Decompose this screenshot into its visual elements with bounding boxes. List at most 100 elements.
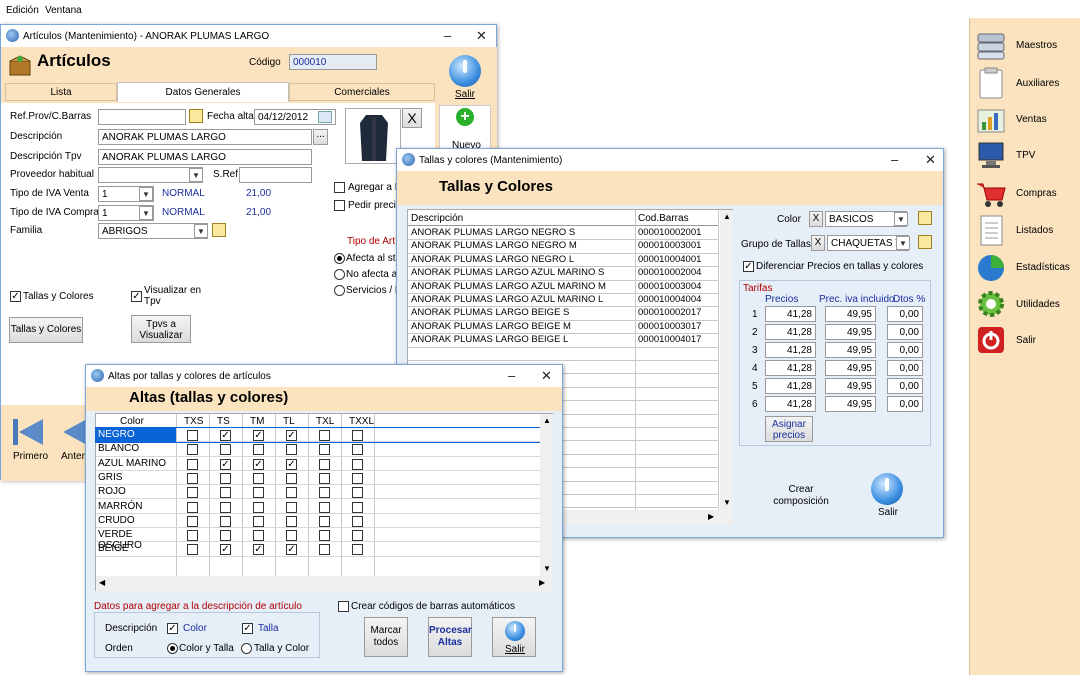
precio-iva-field[interactable]: 49,95 <box>825 342 876 358</box>
tallas-colores-button[interactable]: Tallas y Colores <box>9 317 83 343</box>
visualizar-tpv-checkbox[interactable]: ✓ <box>131 291 142 302</box>
tab-comerciales[interactable]: Comerciales <box>289 83 435 101</box>
size-checkbox[interactable] <box>220 444 231 456</box>
crear-composicion-button[interactable]: Crear composición <box>771 484 831 508</box>
size-checkbox[interactable] <box>253 501 264 513</box>
orden-color-talla-radio[interactable] <box>167 643 178 654</box>
size-checkbox[interactable] <box>286 515 297 527</box>
notepad-icon[interactable] <box>918 211 932 225</box>
size-checkbox[interactable]: ✓ <box>286 544 297 556</box>
pedir-precio-checkbox[interactable] <box>334 200 345 211</box>
marcar-todos-button[interactable]: Marcar todos <box>364 617 408 657</box>
size-checkbox[interactable] <box>319 487 330 499</box>
precio-iva-field[interactable]: 49,95 <box>825 306 876 322</box>
previous-record-icon[interactable] <box>61 417 87 447</box>
notepad-icon[interactable] <box>189 109 203 123</box>
size-checkbox[interactable] <box>352 472 363 484</box>
salir-button[interactable]: Salir <box>455 89 475 100</box>
size-checkbox[interactable]: ✓ <box>220 544 231 556</box>
size-checkbox[interactable] <box>352 515 363 527</box>
size-checkbox[interactable]: ✓ <box>253 544 264 556</box>
size-checkbox[interactable] <box>286 472 297 484</box>
calendar-icon[interactable] <box>318 111 332 123</box>
size-checkbox[interactable] <box>352 530 363 542</box>
size-checkbox[interactable] <box>187 530 198 542</box>
precio-field[interactable]: 41,28 <box>765 378 816 394</box>
size-checkbox[interactable] <box>187 472 198 484</box>
size-checkbox[interactable] <box>352 430 363 441</box>
sidebar-item-ventas[interactable]: Ventas <box>974 102 1078 136</box>
size-checkbox[interactable] <box>319 430 330 441</box>
agregar-checkbox[interactable] <box>334 182 345 193</box>
tab-lista[interactable]: Lista <box>5 83 117 101</box>
table-row[interactable]: ANORAK PLUMAS LARGO AZUL MARINO S 0000100… <box>408 266 718 279</box>
tallas-colores-checkbox[interactable]: ✓ <box>10 291 21 302</box>
size-checkbox[interactable] <box>319 530 330 542</box>
sidebar-item-listados[interactable]: Listados <box>974 213 1078 247</box>
size-checkbox[interactable] <box>319 472 330 484</box>
precio-field[interactable]: 41,28 <box>765 342 816 358</box>
dto-field[interactable]: 0,00 <box>887 360 923 376</box>
afecta-stock-radio[interactable] <box>334 253 345 264</box>
precio-iva-field[interactable]: 49,95 <box>825 360 876 376</box>
dto-field[interactable]: 0,00 <box>887 324 923 340</box>
vertical-scrollbar[interactable]: ▲ ▼ <box>540 414 553 576</box>
sidebar-item-compras[interactable]: Compras <box>974 176 1078 210</box>
diferenciar-checkbox[interactable]: ✓ <box>743 261 754 272</box>
minimize-button[interactable]: – <box>891 152 898 167</box>
size-checkbox[interactable] <box>253 530 264 542</box>
size-checkbox[interactable] <box>352 444 363 456</box>
size-checkbox[interactable] <box>286 444 297 456</box>
size-checkbox[interactable] <box>253 515 264 527</box>
notepad-icon[interactable] <box>918 235 932 249</box>
table-row[interactable]: VERDE OSCURO <box>96 528 540 551</box>
table-row[interactable]: AZUL MARINO ✓ ✓ ✓ <box>96 457 540 471</box>
codigo-field[interactable]: 000010 <box>289 54 377 70</box>
size-checkbox[interactable] <box>352 487 363 499</box>
color-checkbox[interactable]: ✓ <box>167 623 178 634</box>
salir-button[interactable]: Salir <box>878 507 898 518</box>
size-checkbox[interactable] <box>319 515 330 527</box>
ref-field[interactable] <box>98 109 186 125</box>
size-checkbox[interactable] <box>187 544 198 556</box>
horizontal-scrollbar[interactable]: ◀ ▶ <box>96 576 553 591</box>
table-row[interactable]: ANORAK PLUMAS LARGO AZUL MARINO L 0000100… <box>408 293 718 306</box>
size-checkbox[interactable] <box>352 458 363 470</box>
tpvs-visualizar-button[interactable]: Tpvs a Visualizar <box>131 315 191 343</box>
asignar-precios-button[interactable]: Asignar precios <box>765 416 813 442</box>
power-icon[interactable] <box>871 473 903 505</box>
dto-field[interactable]: 0,00 <box>887 306 923 322</box>
servicios-radio[interactable] <box>334 285 345 296</box>
no-afecta-radio[interactable] <box>334 269 345 280</box>
close-button[interactable]: ✕ <box>925 152 936 168</box>
size-checkbox[interactable] <box>187 458 198 470</box>
size-checkbox[interactable]: ✓ <box>286 458 297 470</box>
dto-field[interactable]: 0,00 <box>887 342 923 358</box>
sref-field[interactable] <box>239 167 312 183</box>
sidebar-item-maestros[interactable]: Maestros <box>974 28 1078 62</box>
talla-checkbox[interactable]: ✓ <box>242 623 253 634</box>
size-checkbox[interactable] <box>220 472 231 484</box>
size-checkbox[interactable] <box>220 515 231 527</box>
table-row[interactable]: ROJO <box>96 485 540 500</box>
tab-datos-generales[interactable]: Datos Generales <box>117 82 289 102</box>
procesar-altas-button[interactable]: Procesar Altas <box>428 617 472 657</box>
size-checkbox[interactable] <box>187 444 198 456</box>
table-row[interactable]: BLANCO <box>96 442 540 457</box>
size-checkbox[interactable] <box>253 444 264 456</box>
size-checkbox[interactable] <box>352 501 363 513</box>
table-row[interactable]: ANORAK PLUMAS LARGO NEGRO S 000010002001 <box>408 226 718 239</box>
sidebar-item-utilidades[interactable]: Utilidades <box>974 287 1078 321</box>
size-checkbox[interactable] <box>220 530 231 542</box>
power-icon[interactable] <box>449 55 481 87</box>
size-checkbox[interactable]: ✓ <box>253 430 264 441</box>
size-checkbox[interactable] <box>319 444 330 456</box>
precio-field[interactable]: 41,28 <box>765 324 816 340</box>
size-checkbox[interactable] <box>220 487 231 499</box>
table-row[interactable]: ANORAK PLUMAS LARGO BEIGE M 000010003017 <box>408 320 718 333</box>
menu-ventana[interactable]: Ventana <box>45 5 82 16</box>
precio-iva-field[interactable]: 49,95 <box>825 324 876 340</box>
table-row[interactable]: MARRÓN <box>96 500 540 514</box>
size-checkbox[interactable] <box>187 430 198 441</box>
size-checkbox[interactable] <box>286 501 297 513</box>
